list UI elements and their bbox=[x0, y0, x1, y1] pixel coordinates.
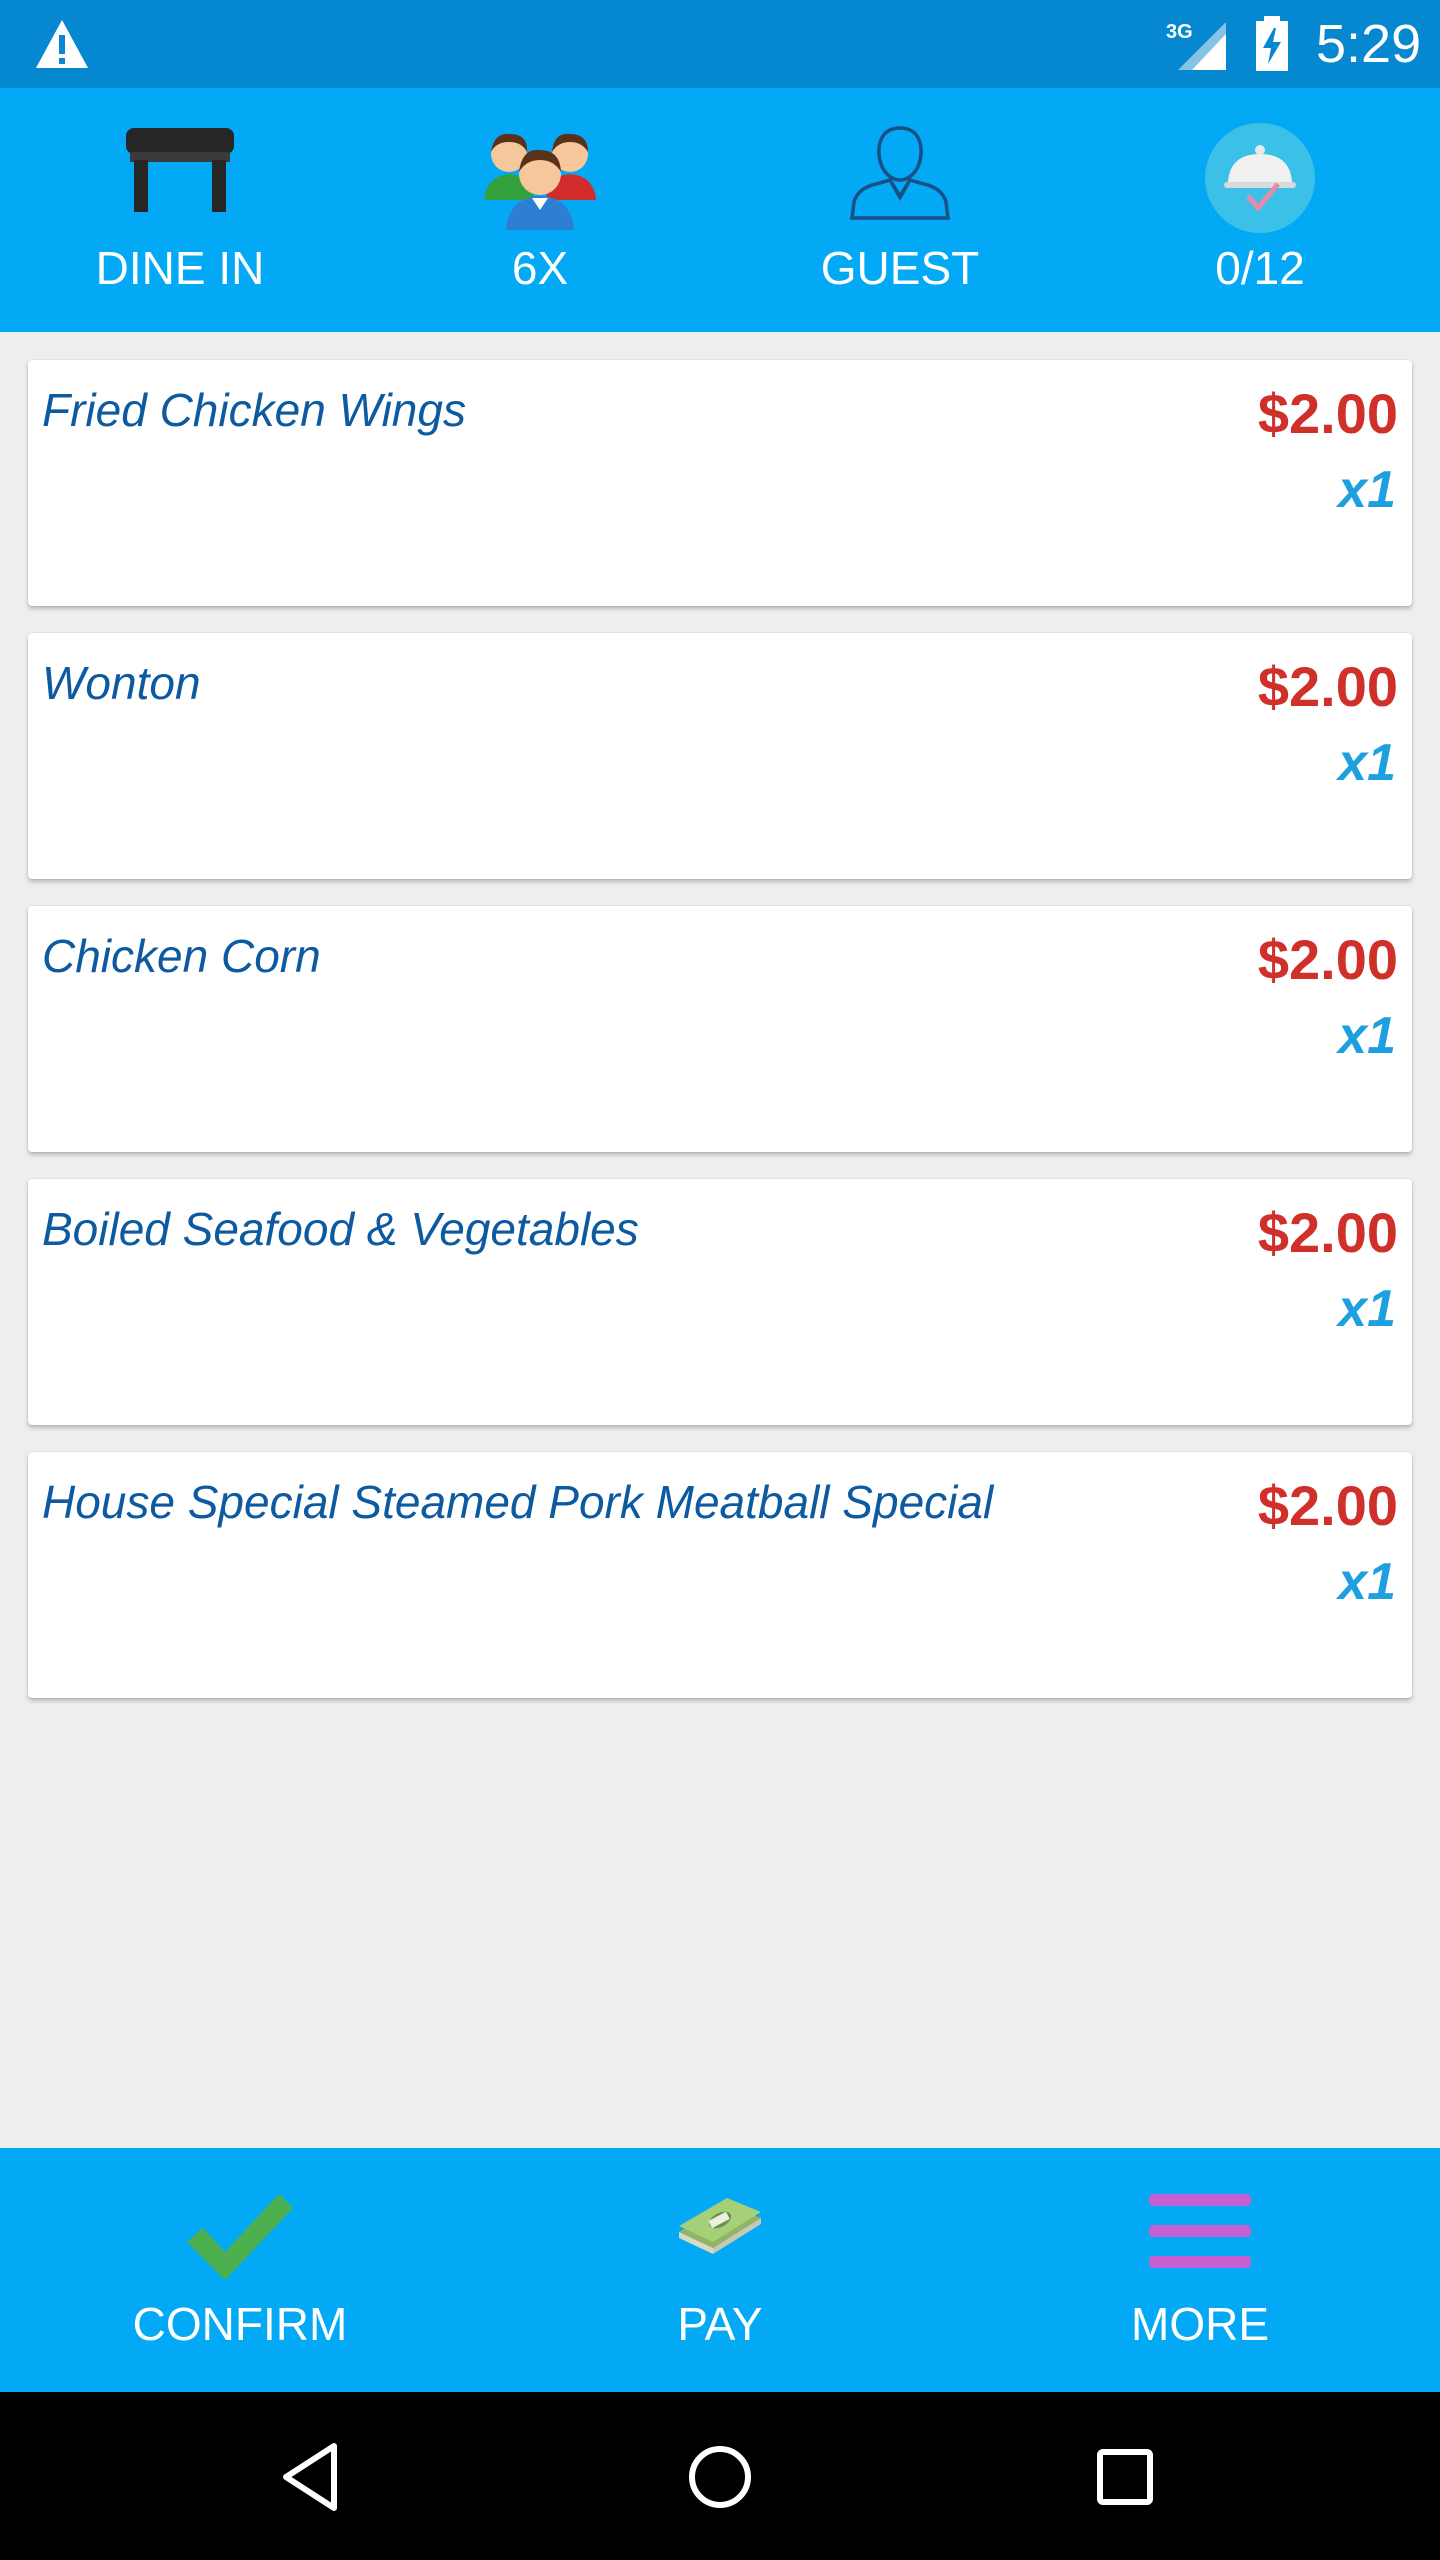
item-price: $2.00 bbox=[1257, 928, 1398, 991]
item-price: $2.00 bbox=[1257, 1474, 1398, 1537]
more-button[interactable]: MORE bbox=[960, 2148, 1440, 2392]
list-item[interactable]: Fried Chicken Wings $2.00 x1 bbox=[28, 360, 1412, 606]
cloche-icon bbox=[1204, 122, 1316, 239]
item-price: $2.00 bbox=[1257, 655, 1398, 718]
user-icon bbox=[848, 122, 952, 227]
item-quantity: x1 bbox=[1338, 1280, 1396, 1338]
warning-icon bbox=[34, 18, 90, 75]
item-price: $2.00 bbox=[1257, 382, 1398, 445]
dine-in-button[interactable]: DINE IN bbox=[0, 88, 360, 332]
signal-icon: 3G bbox=[1166, 16, 1228, 77]
table-icon bbox=[122, 122, 238, 219]
order-header-toolbar: DINE IN 6X GUEST 0/12 bbox=[0, 88, 1440, 332]
battery-charging-icon bbox=[1254, 16, 1290, 77]
guest-count-label: 6X bbox=[511, 242, 569, 294]
list-item[interactable]: Chicken Corn $2.00 x1 bbox=[28, 906, 1412, 1152]
guest-count-button[interactable]: 6X bbox=[360, 88, 720, 332]
item-name: Wonton bbox=[42, 657, 201, 709]
item-quantity: x1 bbox=[1338, 461, 1396, 519]
order-items-list: Fried Chicken Wings $2.00 x1 Wonton $2.0… bbox=[28, 360, 1412, 1725]
back-icon[interactable] bbox=[270, 2432, 360, 2522]
checkmark-icon bbox=[183, 2190, 297, 2289]
list-item[interactable]: Boiled Seafood & Vegetables $2.00 x1 bbox=[28, 1179, 1412, 1425]
served-count-button[interactable]: 0/12 bbox=[1080, 88, 1440, 332]
item-quantity: x1 bbox=[1338, 734, 1396, 792]
home-icon[interactable] bbox=[675, 2432, 765, 2522]
more-label: MORE bbox=[1131, 2298, 1269, 2350]
item-quantity: x1 bbox=[1338, 1007, 1396, 1065]
item-name: Boiled Seafood & Vegetables bbox=[42, 1203, 639, 1255]
menu-icon bbox=[1147, 2190, 1253, 2277]
dine-in-label: DINE IN bbox=[95, 242, 265, 294]
clock: 5:29 bbox=[1316, 14, 1422, 74]
network-type-label: 3G bbox=[1166, 21, 1193, 43]
money-icon bbox=[675, 2190, 765, 2271]
item-price: $2.00 bbox=[1257, 1201, 1398, 1264]
item-name: House Special Steamed Pork Meatball Spec… bbox=[42, 1476, 994, 1528]
item-name: Chicken Corn bbox=[42, 930, 321, 982]
group-icon bbox=[482, 122, 598, 237]
pay-button[interactable]: PAY bbox=[480, 2148, 960, 2392]
confirm-button[interactable]: CONFIRM bbox=[0, 2148, 480, 2392]
item-name: Fried Chicken Wings bbox=[42, 384, 466, 436]
list-item[interactable]: Wonton $2.00 x1 bbox=[28, 633, 1412, 879]
guest-label: GUEST bbox=[820, 242, 980, 294]
confirm-label: CONFIRM bbox=[132, 2298, 348, 2350]
action-toolbar: CONFIRM PAY MORE bbox=[0, 2148, 1440, 2392]
pay-label: PAY bbox=[677, 2298, 763, 2350]
recents-icon[interactable] bbox=[1080, 2432, 1170, 2522]
guest-button[interactable]: GUEST bbox=[720, 88, 1080, 332]
item-quantity: x1 bbox=[1338, 1553, 1396, 1611]
status-bar: 3G 5:29 bbox=[0, 0, 1440, 88]
served-count-label: 0/12 bbox=[1215, 242, 1305, 294]
list-item[interactable]: House Special Steamed Pork Meatball Spec… bbox=[28, 1452, 1412, 1698]
system-navigation-bar bbox=[0, 2392, 1440, 2560]
